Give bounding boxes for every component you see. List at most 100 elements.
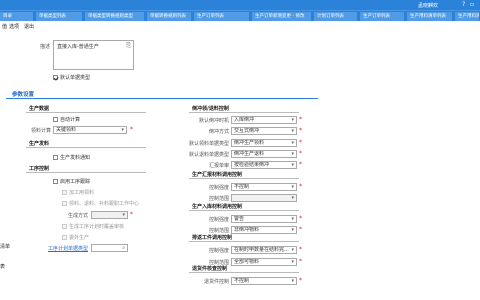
tab-1[interactable]: 单据类型列表 bbox=[36, 12, 83, 21]
chevron-down-icon: ▾ bbox=[291, 117, 294, 123]
window-icon[interactable]: ▫ bbox=[470, 1, 474, 8]
inbound-range-value: 非倒冲物料 bbox=[234, 227, 260, 233]
search-icon[interactable]: ⌕ bbox=[122, 245, 125, 251]
method-label: 倒冲方式 bbox=[208, 129, 229, 135]
enable-process-checkbox[interactable]: 启用工序跟踪 bbox=[53, 178, 90, 185]
description-value: 直接入库-普通生产 bbox=[57, 44, 99, 50]
gen-plan-label: 生成工序计划时覆盖审核 bbox=[69, 224, 125, 230]
report-qty-select[interactable]: 不控制 ▾ bbox=[231, 183, 297, 191]
return-type-label: 默认退料单据类型 bbox=[188, 152, 229, 158]
side-label-list: 清单 bbox=[0, 244, 11, 250]
tab-7[interactable]: 生产订单列表 bbox=[360, 12, 405, 21]
release-notice-checkbox[interactable]: 生产发料通知 bbox=[53, 154, 90, 161]
required-mark: * bbox=[130, 211, 133, 218]
enable-process-label: 启用工序跟踪 bbox=[60, 179, 91, 185]
section-backflush: 倒冲领/退料控制 bbox=[189, 106, 299, 113]
menu-item-options[interactable]: 选项 bbox=[9, 23, 19, 30]
chevron-down-icon: ▾ bbox=[291, 162, 294, 168]
chevron-down-icon: ▾ bbox=[291, 227, 294, 233]
default-time-label: 默认倒冲时机 bbox=[198, 118, 229, 124]
outsource-checkbox[interactable]: 委外生产 bbox=[62, 234, 89, 241]
section-return-control: 退货件核查控制 bbox=[189, 266, 299, 273]
process-plan-type-field[interactable]: ⌕ bbox=[91, 244, 128, 252]
inbound-qty-value: 警告 bbox=[234, 216, 245, 222]
checkbox-icon[interactable] bbox=[53, 75, 58, 80]
chevron-down-icon: ▾ bbox=[291, 195, 294, 201]
section-report-control: 生产汇报材料调用控制 bbox=[189, 172, 299, 179]
rework-qty-value: 在制时申数量在结料完... bbox=[234, 247, 289, 253]
chevron-down-icon: ▾ bbox=[291, 151, 294, 157]
checkbox-icon[interactable] bbox=[53, 179, 58, 184]
pick-feed-checkbox[interactable]: 领料、退料、补料跟职工作中心 bbox=[62, 200, 139, 207]
pick-feed-label: 领料、退料、补料跟职工作中心 bbox=[69, 201, 140, 207]
description-label: 描述 bbox=[40, 44, 51, 50]
process-plan-type-link[interactable]: 工序计划单据类型 bbox=[48, 245, 88, 252]
chevron-down-icon: ▾ bbox=[121, 127, 124, 133]
rework-range-label: 控制范围 bbox=[208, 260, 229, 266]
rework-qty-select[interactable]: 在制时申数量在结料完... ▾ bbox=[231, 246, 297, 254]
required-mark: * bbox=[299, 258, 302, 265]
tab-4[interactable]: 生产订单列表 bbox=[194, 12, 250, 21]
current-user[interactable]: 孟晓麒欢 bbox=[418, 2, 438, 9]
method-select[interactable]: 交互式倒冲 ▾ bbox=[231, 127, 297, 135]
required-mark: * bbox=[299, 127, 302, 134]
outsource-label: 委外生产 bbox=[69, 235, 90, 241]
report-range-label: 控制范围 bbox=[208, 196, 229, 202]
inbound-qty-label: 控制强度 bbox=[208, 217, 229, 223]
rework-range-select[interactable]: 全部可物料 ▾ bbox=[231, 258, 297, 266]
default-time-select[interactable]: 入库倒冲 ▾ bbox=[231, 116, 297, 124]
material-calc-value: 关键领料 bbox=[56, 127, 77, 133]
chevron-down-icon: ▾ bbox=[122, 212, 125, 218]
tab-9[interactable]: 生产用料清单 - 修 bbox=[455, 12, 480, 21]
chevron-down-icon: ▾ bbox=[291, 184, 294, 190]
report-qty-label: 控制强度 bbox=[208, 185, 229, 191]
tab-5[interactable]: 生产订单新增变更 - 修改 bbox=[252, 12, 312, 21]
report-qty-value: 不控制 bbox=[234, 184, 250, 190]
report-value: 按检验结果倒冲 bbox=[234, 162, 270, 168]
chevron-down-icon: ▾ bbox=[291, 216, 294, 222]
return-qty-value: 不控制 bbox=[234, 278, 250, 284]
edit-icon[interactable]: ⎘ bbox=[126, 42, 131, 50]
tab-param-settings[interactable]: 参数设置 bbox=[12, 90, 34, 98]
chevron-down-icon: ▾ bbox=[291, 247, 294, 253]
required-mark: * bbox=[299, 139, 302, 146]
default-type-checkbox[interactable]: 默认单据类型 bbox=[53, 74, 90, 81]
gen-method-select[interactable]: ▾ bbox=[91, 211, 128, 219]
add-material-checkbox[interactable]: 加工用领料 bbox=[62, 189, 94, 196]
checkbox-icon[interactable] bbox=[62, 224, 67, 229]
auto-calc-checkbox[interactable]: 自动计算 bbox=[53, 116, 80, 123]
pick-type-select[interactable]: 倒冲生产领料 ▾ bbox=[231, 139, 297, 147]
checkbox-icon[interactable] bbox=[53, 117, 58, 122]
tab-3[interactable]: 单据转换规则列表 bbox=[147, 12, 192, 21]
tab-0[interactable]: 目录 bbox=[0, 12, 34, 21]
report-select[interactable]: 按检验结果倒冲 ▾ bbox=[231, 161, 297, 169]
required-mark: * bbox=[130, 126, 133, 133]
default-time-value: 入库倒冲 bbox=[234, 117, 255, 123]
inbound-range-select[interactable]: 非倒冲物料 ▾ bbox=[231, 226, 297, 234]
rework-range-value: 全部可物料 bbox=[234, 259, 260, 265]
description-field[interactable]: 直接入库-普通生产 ⎘ bbox=[53, 40, 134, 70]
checkbox-icon[interactable] bbox=[62, 201, 67, 206]
checkbox-icon[interactable] bbox=[53, 155, 58, 160]
section-production-data: 生产数据 bbox=[26, 106, 146, 113]
checkbox-icon[interactable] bbox=[62, 235, 67, 240]
chevron-down-icon: ▾ bbox=[291, 140, 294, 146]
menu-item-value[interactable]: 值 bbox=[2, 23, 7, 30]
material-calc-select[interactable]: 关键领料 ▾ bbox=[53, 126, 127, 134]
gen-plan-checkbox[interactable]: 生成工序计划时覆盖审核 bbox=[62, 223, 124, 230]
tab-2[interactable]: 单据类型转换规则类型 bbox=[85, 12, 145, 21]
checkbox-icon[interactable] bbox=[62, 190, 67, 195]
inbound-qty-select[interactable]: 警告 ▾ bbox=[231, 215, 297, 223]
tab-8[interactable]: 生产用料清单列表 bbox=[407, 12, 453, 21]
section-inbound-control: 生产入库材料调用控制 bbox=[189, 204, 299, 211]
default-type-label: 默认单据类型 bbox=[60, 75, 91, 81]
return-qty-select[interactable]: 不控制 ▾ bbox=[231, 277, 297, 285]
material-calc-label: 领料计算 bbox=[30, 128, 51, 134]
help-icon[interactable]: ? bbox=[462, 1, 465, 8]
report-range-select[interactable]: ▾ bbox=[231, 194, 297, 202]
return-type-select[interactable]: 倒冲生产退料 ▾ bbox=[231, 150, 297, 158]
section-production-release: 生产发料 bbox=[26, 141, 146, 148]
menu-item-exit[interactable]: 退出 bbox=[24, 23, 34, 30]
tab-6[interactable]: 计划订单列表 bbox=[314, 12, 358, 21]
menu-row: 值 选项 退出 bbox=[0, 22, 480, 30]
